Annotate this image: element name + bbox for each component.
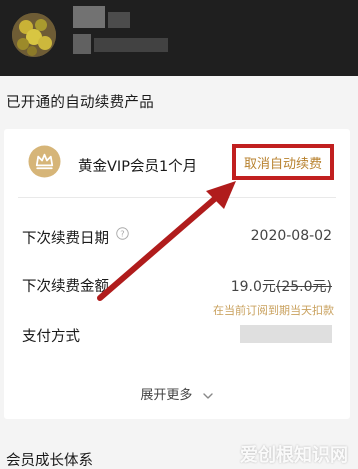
avatar[interactable] [12,13,56,57]
amount-value: 19.0元 [230,279,276,295]
payment-method-label: 支付方式 [22,329,80,345]
chevron-down-icon [202,392,213,399]
page: 已开通的自动续费产品 黄金VIP会员1个月 取消自动续费 下次续费日期 ? 20… [0,0,358,469]
username-blur [73,6,105,28]
expand-more-label: 展开更多 [140,388,193,403]
section-title: 已开通的自动续费产品 [6,95,154,111]
svg-text:?: ? [120,229,124,239]
userinfo-blur [94,38,168,52]
amount-label: 下次续费金额 [22,279,109,295]
profile-header [0,0,358,76]
product-name: 黄金VIP会员1个月 [78,159,198,175]
subscription-card: 黄金VIP会员1个月 取消自动续费 下次续费日期 ? 2020-08-02 下次… [4,129,350,419]
crown-icon [28,145,61,178]
help-icon[interactable]: ? [116,227,129,240]
watermark: 爱创根知识网 [240,445,348,466]
amount-value-group: 19.0元(25.0元) [231,276,332,296]
next-date-label: 下次续费日期 [22,231,109,247]
divider [18,197,336,198]
username-blur [108,12,130,28]
payment-method-blur [240,325,332,343]
expand-more-button[interactable]: 展开更多 [4,384,350,403]
cancel-auto-renew-button[interactable]: 取消自动续费 [232,144,334,180]
avatar-image [12,13,56,57]
member-growth-title: 会员成长体系 [6,453,93,469]
amount-note: 在当前订阅到期当天扣款 [213,304,334,317]
userinfo-blur [73,34,91,54]
amount-original: (25.0元) [275,279,332,295]
next-date-value: 2020-08-02 [250,228,332,244]
